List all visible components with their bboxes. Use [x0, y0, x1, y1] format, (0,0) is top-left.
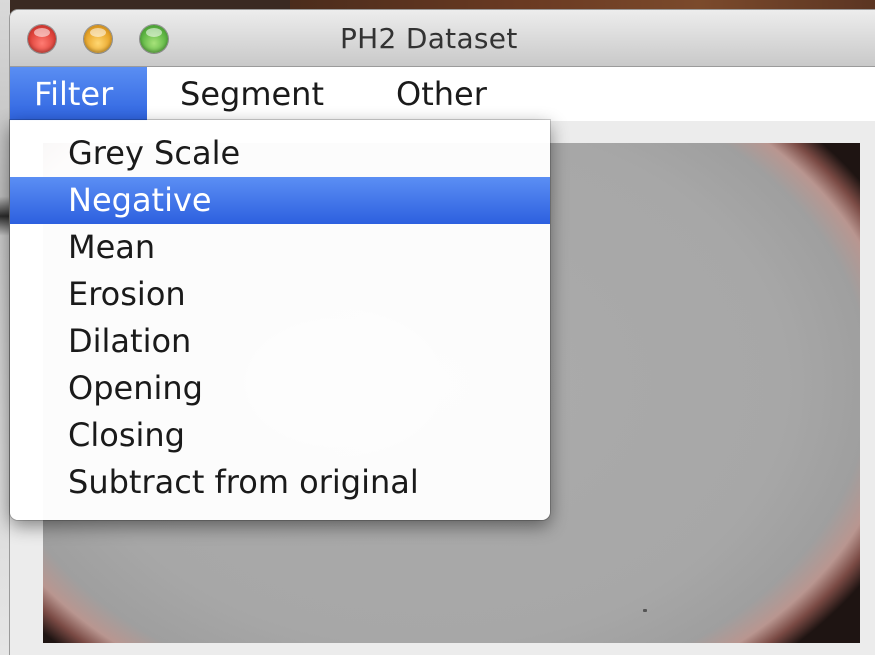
menu-filter[interactable]: Filter — [10, 67, 147, 121]
menu-item-subtract-from-original[interactable]: Subtract from original — [10, 459, 550, 506]
window-title: PH2 Dataset — [340, 22, 518, 55]
filter-dropdown-menu: Grey Scale Negative Mean Erosion Dilatio… — [10, 120, 550, 520]
menu-item-erosion[interactable]: Erosion — [10, 271, 550, 318]
menu-item-grey-scale[interactable]: Grey Scale — [10, 130, 550, 177]
menu-item-opening[interactable]: Opening — [10, 365, 550, 412]
menu-bar: Filter Segment Other — [10, 67, 875, 122]
menu-other[interactable]: Other — [380, 67, 503, 121]
menu-segment[interactable]: Segment — [164, 67, 340, 121]
menu-item-negative[interactable]: Negative — [10, 177, 550, 224]
menu-item-closing[interactable]: Closing — [10, 412, 550, 459]
image-speck — [643, 609, 647, 612]
close-window-button[interactable] — [28, 25, 56, 53]
background-window-edge — [0, 0, 10, 655]
title-bar[interactable]: PH2 Dataset — [10, 10, 875, 67]
zoom-window-button[interactable] — [140, 25, 168, 53]
menu-item-dilation[interactable]: Dilation — [10, 318, 550, 365]
menu-item-mean[interactable]: Mean — [10, 224, 550, 271]
screen: PH2 Dataset Filter Segment Other Grey Sc… — [0, 0, 875, 655]
minimize-window-button[interactable] — [84, 25, 112, 53]
